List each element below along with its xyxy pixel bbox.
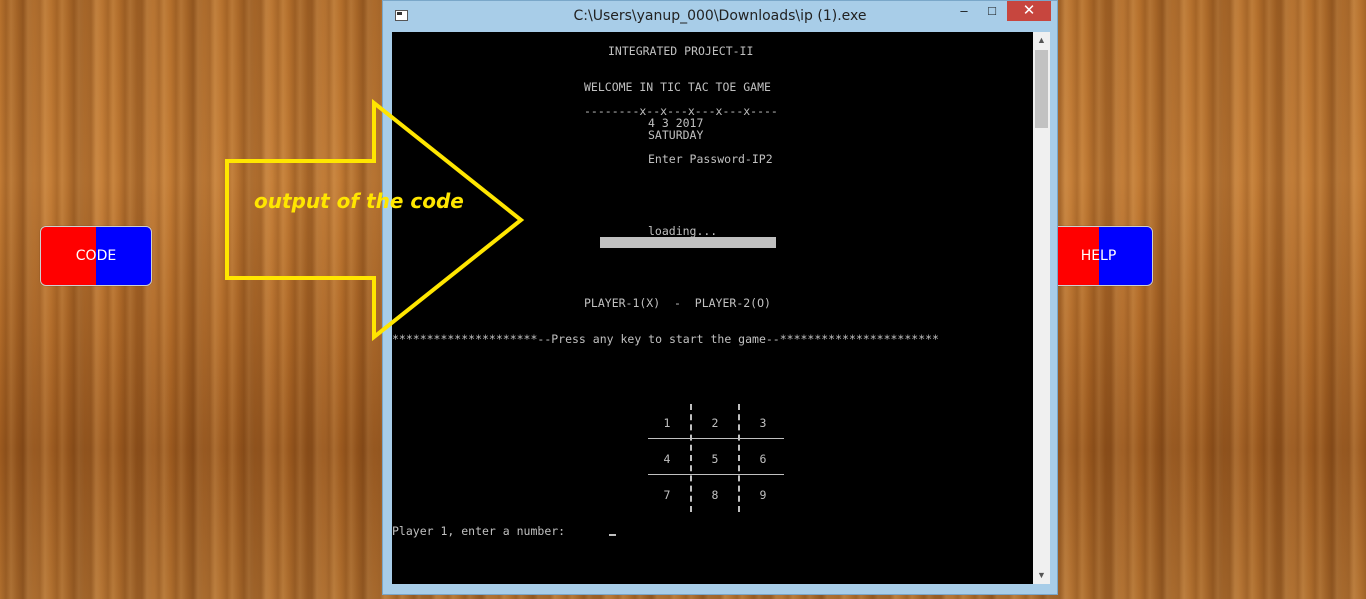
arrow-annotation-icon [225,98,525,342]
annotation-text: output of the code [254,189,464,213]
